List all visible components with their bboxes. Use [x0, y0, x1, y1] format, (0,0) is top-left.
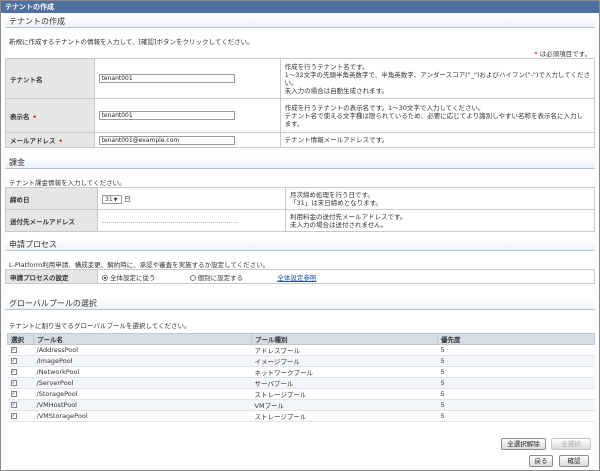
- pool-priority: 5: [437, 410, 595, 422]
- pool-name: /StoragePool: [33, 388, 252, 400]
- pool-row[interactable]: ✓ /ImagePool イメージプール 5: [7, 355, 595, 367]
- pool-section-header: グローバルプールの選択: [5, 298, 595, 310]
- required-mark: •: [32, 112, 37, 121]
- display-name-input[interactable]: tenant001: [98, 111, 235, 120]
- pool-checkbox[interactable]: ✓: [10, 380, 17, 386]
- billing-section-header: 課金: [5, 157, 595, 169]
- tenant-form-table: テナント名 tenant001 作成を行うテナント名です。 1～32文字の先頭半…: [5, 58, 596, 148]
- request-intro: L-Platform利用申請、構成変更、解約時に、承認や審査を実施するか設定して…: [9, 261, 270, 269]
- pool-name: /VMStoragePool: [33, 410, 252, 422]
- pool-name: /AddressPool: [33, 344, 252, 356]
- col-pool-type: プール種別: [251, 333, 438, 345]
- confirm-button[interactable]: 確認: [559, 455, 589, 467]
- radio-global[interactable]: [102, 274, 108, 281]
- closing-day-desc: 月次締め処理を行う日です。 「31」は末日締めとなります。: [285, 187, 595, 210]
- request-section-header: 申請プロセス: [5, 239, 595, 251]
- billing-email-input[interactable]: [102, 221, 238, 223]
- pool-priority: 5: [437, 399, 595, 411]
- pool-priority: 5: [437, 366, 595, 378]
- radio-global-label: 全体設定に従う: [110, 273, 156, 282]
- pool-select-cell: ✓: [7, 366, 34, 378]
- pool-type: ストレージプール: [251, 410, 438, 422]
- tenant-section-header: テナントの作成: [5, 16, 595, 28]
- tenant-name-desc: 作成を行うテナント名です。 1～32文字の先頭半角英数字で、半角英数字、アンダー…: [279, 58, 596, 99]
- closing-day-label: 締め日: [5, 187, 98, 210]
- select-all-button[interactable]: 全選択: [551, 438, 591, 450]
- request-form-table: 申請プロセスの設定 全体設定に従う 個別に設定する 全体設定参照: [5, 269, 595, 284]
- closing-day-unit: 日: [124, 195, 131, 204]
- back-button[interactable]: 戻る: [529, 455, 553, 467]
- pool-checkbox[interactable]: ✓: [10, 347, 17, 353]
- pool-priority: 5: [437, 344, 595, 356]
- email-desc: テナント情報メールアドレスです。: [279, 132, 596, 148]
- global-setting-link[interactable]: 全体設定参照: [277, 274, 316, 282]
- pool-type: アドレスプール: [251, 344, 438, 356]
- pool-checkbox[interactable]: ✓: [10, 369, 17, 375]
- window-title: テナントの作成: [1, 1, 599, 13]
- radio-individual[interactable]: [189, 274, 196, 281]
- pool-select-cell: ✓: [7, 388, 34, 400]
- closing-day-select[interactable]: 31▼: [102, 194, 122, 204]
- clear-all-button[interactable]: 全選択解除: [501, 438, 546, 450]
- display-name-label: 表示名 •: [5, 98, 95, 133]
- pool-type: ストレージプール: [251, 388, 438, 400]
- pool-table: 選択 プール名 プール種別 優先度 ✓/AddressPool アドレスプール 5 ✓…: [7, 333, 595, 422]
- billing-form-table: 締め日 31▼ 日 月次締め処理を行う日です。 「31」は末日締めとなります。 …: [5, 187, 595, 232]
- pool-table-body: ✓/AddressPool アドレスプール 5 ✓/ImagePool イメージプール 5…: [7, 344, 595, 422]
- chevron-down-icon: ▼: [113, 196, 118, 203]
- display-name-desc: 作成を行うテナントの表示名です。1～30文字で入力してください。 テナント名で使…: [279, 98, 596, 133]
- pool-row[interactable]: ✓ /StoragePool ストレージプール 5: [7, 388, 595, 400]
- tenant-name-label: テナント名: [5, 58, 95, 99]
- request-setting-label: 申請プロセスの設定: [5, 269, 98, 284]
- pool-checkbox[interactable]: ✓: [10, 358, 17, 364]
- radio-individual-label: 個別に設定する: [197, 273, 244, 282]
- email-input[interactable]: tenant001@example.com: [98, 135, 235, 145]
- pool-priority: 5: [437, 377, 595, 389]
- pool-select-cell: ✓: [7, 399, 34, 411]
- email-label: メールアドレス •: [5, 132, 95, 148]
- pool-priority: 5: [437, 355, 595, 367]
- billing-intro: テナント課金情報を入力してください。: [9, 179, 126, 187]
- pool-checkbox[interactable]: ✓: [10, 402, 17, 408]
- pool-checkbox[interactable]: ✓: [10, 413, 17, 419]
- required-mark: •: [58, 137, 63, 145]
- billing-email-label: 送付先メールアドレス: [5, 209, 98, 232]
- pool-type: サーバプール: [251, 377, 438, 389]
- required-note: * は必須項目です。: [534, 50, 591, 58]
- pool-name: /ServerPool: [33, 377, 252, 389]
- pool-row[interactable]: ✓ /VMStoragePool ストレージプール 5: [7, 410, 595, 422]
- tenant-intro: 新規に作成するテナントの情報を入力して、[確認]ボタンをクリックしてください。: [9, 38, 254, 46]
- pool-type: VMプール: [251, 399, 438, 411]
- pool-name: /VMHostPool: [33, 399, 252, 411]
- col-pool-name: プール名: [33, 333, 252, 345]
- col-priority: 優先度: [437, 333, 595, 345]
- pool-type: イメージプール: [251, 355, 438, 367]
- pool-type: ネットワークプール: [251, 366, 438, 378]
- pool-name: /NetworkPool: [33, 366, 252, 378]
- pool-checkbox[interactable]: ✓: [10, 391, 17, 397]
- tenant-create-window: テナントの作成 テナントの作成 新規に作成するテナントの情報を入力して、[確認]…: [0, 0, 600, 471]
- pool-intro: テナントに割り当てるグローバルプールを選択してください。: [9, 322, 191, 330]
- pool-row[interactable]: ✓ /NetworkPool ネットワークプール 5: [7, 366, 595, 378]
- pool-row[interactable]: ✓ /AddressPool アドレスプール 5: [7, 344, 595, 356]
- pool-select-cell: ✓: [7, 344, 34, 356]
- billing-email-desc: 利用料金の送付先メールアドレスです。 未入力の場合は送付されません。: [285, 209, 595, 232]
- col-select: 選択: [7, 333, 34, 345]
- pool-select-cell: ✓: [7, 355, 34, 367]
- pool-priority: 5: [437, 388, 595, 400]
- pool-select-cell: ✓: [7, 410, 34, 422]
- pool-row[interactable]: ✓ /ServerPool サーバプール 5: [7, 377, 595, 389]
- pool-row[interactable]: ✓ /VMHostPool VMプール 5: [7, 399, 595, 411]
- tenant-name-input[interactable]: tenant001: [98, 74, 235, 83]
- pool-name: /ImagePool: [33, 355, 252, 367]
- pool-select-cell: ✓: [7, 377, 34, 389]
